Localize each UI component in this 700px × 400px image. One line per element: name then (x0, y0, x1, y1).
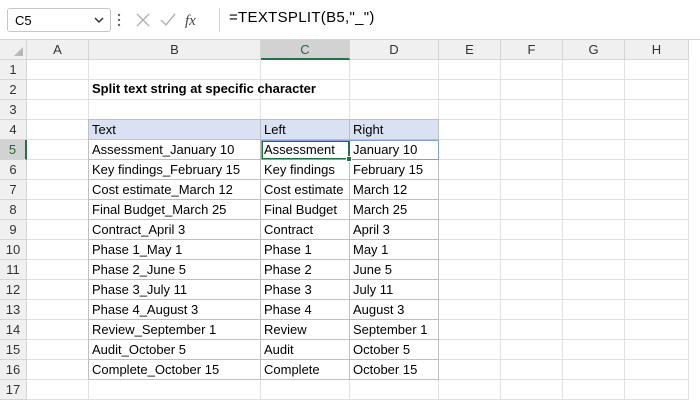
formula-bar-separator (219, 8, 220, 32)
row-header-6[interactable]: 6 (0, 160, 27, 180)
table-cell[interactable]: Audit_October 5 (88, 340, 261, 360)
spreadsheet-grid: A B C D E F G H 1 2 3 4 5 6 7 8 9 10 11 12 13 14 15 16 17 Split t… (0, 40, 700, 400)
table-cell[interactable]: April 3 (350, 220, 439, 240)
row-header-8[interactable]: 8 (0, 200, 27, 220)
table-cell[interactable]: February 15 (350, 160, 439, 180)
table-header-right[interactable]: Right (350, 119, 439, 140)
column-header-a[interactable]: A (27, 40, 89, 60)
column-header-b[interactable]: B (89, 40, 261, 60)
table-cell[interactable]: Contract (261, 220, 350, 240)
table-cell[interactable]: Phase 1 (261, 240, 350, 260)
table-cell[interactable]: Phase 3_July 11 (88, 280, 261, 300)
table-cell[interactable]: Final Budget_March 25 (88, 200, 261, 220)
table-cell[interactable]: Phase 4_August 3 (88, 300, 261, 320)
column-header-f[interactable]: F (501, 40, 563, 60)
name-box-value: C5 (15, 13, 32, 28)
fx-function-icon[interactable]: fx (184, 10, 204, 30)
gridline-vertical (562, 60, 563, 400)
row-header-13[interactable]: 13 (0, 300, 27, 320)
row-header-9[interactable]: 9 (0, 220, 27, 240)
row-header-12[interactable]: 12 (0, 280, 27, 300)
row-header-17[interactable]: 17 (0, 380, 27, 400)
table-cell[interactable]: Key findings (261, 160, 350, 180)
table-cell[interactable]: Phase 4 (261, 300, 350, 320)
row-header-16[interactable]: 16 (0, 360, 27, 380)
active-cell[interactable]: Assessment (261, 140, 350, 160)
table-cell[interactable]: September 1 (350, 320, 439, 340)
row-header-5[interactable]: 5 (0, 140, 27, 160)
table-cell[interactable]: March 25 (350, 200, 439, 220)
table-cell[interactable]: Audit (261, 340, 350, 360)
table-cell[interactable]: Phase 3 (261, 280, 350, 300)
table-cell[interactable]: June 5 (350, 260, 439, 280)
table-cell[interactable]: October 15 (350, 360, 439, 380)
gridline-vertical (688, 60, 689, 400)
table-cell[interactable]: Key findings_February 15 (88, 160, 261, 180)
row-header-15[interactable]: 15 (0, 340, 27, 360)
table-cell[interactable]: Phase 2 (261, 260, 350, 280)
table-cell[interactable]: July 11 (350, 280, 439, 300)
column-header-c[interactable]: C (261, 40, 350, 60)
select-all-corner[interactable] (0, 40, 27, 60)
column-header-g[interactable]: G (563, 40, 625, 60)
table-cell[interactable]: Cost estimate_March 12 (88, 180, 261, 200)
table-cell[interactable]: Cost estimate (261, 180, 350, 200)
table-cell[interactable]: Review_September 1 (88, 320, 261, 340)
vertical-dots-icon[interactable] (117, 12, 121, 28)
table-header-left[interactable]: Left (261, 119, 350, 140)
sheet-title: Split text string at specific character (92, 81, 316, 96)
table-cell[interactable]: March 12 (350, 180, 439, 200)
table-cell[interactable]: Contract_April 3 (88, 220, 261, 240)
svg-text:fx: fx (185, 13, 196, 29)
row-header-7[interactable]: 7 (0, 180, 27, 200)
table-cell[interactable]: May 1 (350, 240, 439, 260)
row-header-2[interactable]: 2 (0, 80, 27, 100)
column-header-h[interactable]: H (625, 40, 689, 60)
table-cell[interactable]: Phase 1_May 1 (88, 240, 261, 260)
x-cancel-icon[interactable] (133, 10, 153, 30)
row-header-4[interactable]: 4 (0, 120, 27, 140)
table-cell[interactable]: Complete_October 15 (88, 360, 261, 380)
fill-handle[interactable] (346, 156, 352, 162)
table-cell[interactable]: August 3 (350, 300, 439, 320)
row-header-10[interactable]: 10 (0, 240, 27, 260)
column-header-e[interactable]: E (439, 40, 501, 60)
chevron-down-icon[interactable] (92, 13, 106, 27)
column-header-d[interactable]: D (350, 40, 439, 60)
gridline-vertical (500, 60, 501, 400)
table-cell[interactable]: October 5 (350, 340, 439, 360)
table-cell[interactable]: Complete (261, 360, 350, 380)
table-cell[interactable]: January 10 (350, 140, 439, 160)
table-cell[interactable]: Review (261, 320, 350, 340)
gridline-horizontal (27, 99, 689, 100)
table-cell[interactable]: Assessment_January 10 (88, 140, 261, 160)
row-header-1[interactable]: 1 (0, 60, 27, 80)
table-header-text[interactable]: Text (88, 119, 261, 140)
table-cell[interactable]: Final Budget (261, 200, 350, 220)
check-enter-icon[interactable] (158, 10, 178, 30)
gridline-vertical (624, 60, 625, 400)
formula-input[interactable]: =TEXTSPLIT(B5,"_") (229, 9, 375, 26)
name-box[interactable]: C5 (7, 8, 111, 32)
formula-bar: C5 fx =TEXTSPLIT(B5,"_") (0, 0, 700, 40)
row-header-11[interactable]: 11 (0, 260, 27, 280)
table-cell[interactable]: Phase 2_June 5 (88, 260, 261, 280)
row-header-14[interactable]: 14 (0, 320, 27, 340)
row-header-3[interactable]: 3 (0, 100, 27, 120)
